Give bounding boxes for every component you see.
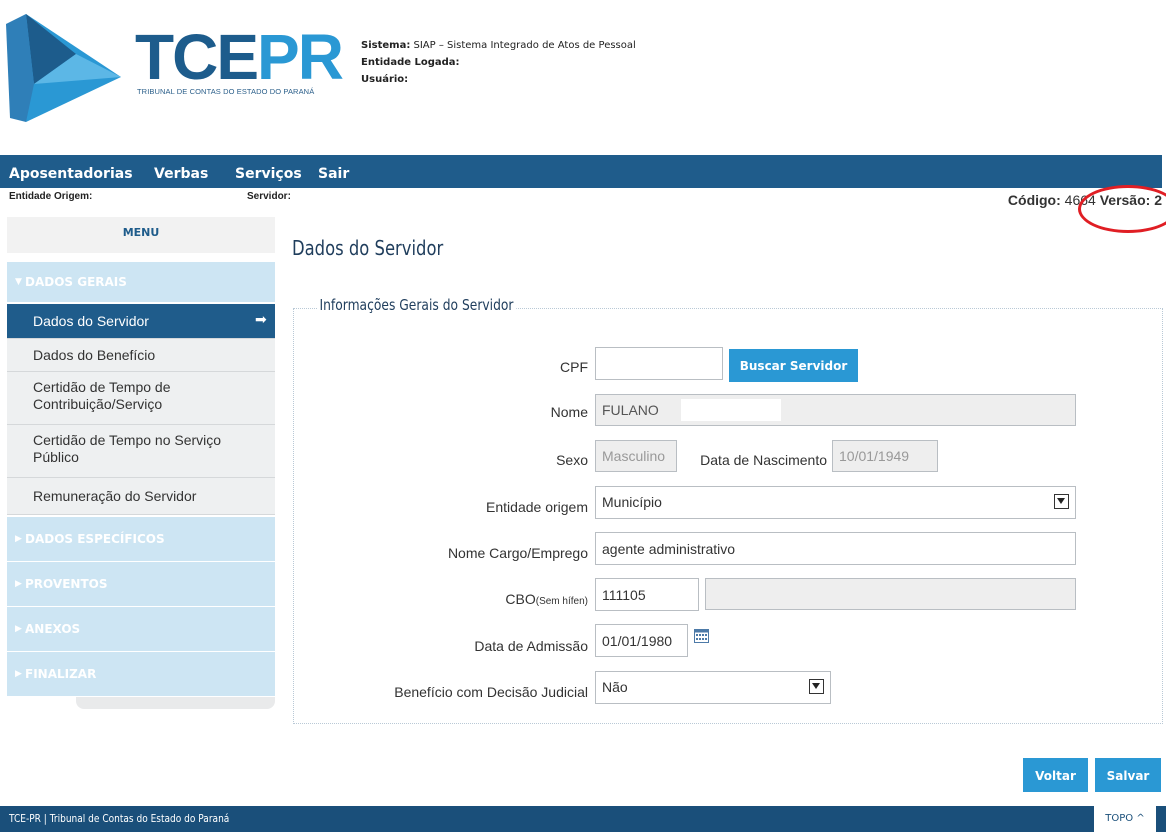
cbo-description-field	[705, 578, 1076, 610]
section-label: FINALIZAR	[25, 667, 97, 681]
sidebar-footer	[76, 697, 275, 709]
fieldset-legend: Informações Gerais do Servidor	[317, 296, 516, 314]
cbo-label: CBO(Sem hífen)	[440, 591, 588, 607]
section-proventos[interactable]: ▶ PROVENTOS	[7, 562, 275, 607]
buscar-servidor-button[interactable]: Buscar Servidor	[729, 349, 858, 382]
triangle-right-icon: ▶	[15, 579, 22, 589]
entidade-logada-label: Entidade Logada:	[361, 57, 460, 68]
voltar-button[interactable]: Voltar	[1023, 758, 1088, 792]
cbo-input[interactable]	[595, 578, 699, 611]
usuario-line: Usuário:	[361, 74, 408, 85]
data-admissao-label: Data de Admissão	[474, 638, 588, 654]
sidebar-item-label: Remuneração do Servidor	[33, 488, 197, 504]
section-dados-gerais[interactable]: ▼ DADOS GERAIS	[7, 262, 275, 303]
sidebar-item-label: Dados do Benefício	[33, 347, 156, 363]
data-nascimento-field: 10/01/1949	[832, 440, 938, 472]
entidade-origem-value: Município	[602, 494, 662, 510]
logo-pr: PR	[257, 21, 344, 93]
entidade-logada-line: Entidade Logada:	[361, 57, 460, 68]
cpf-input[interactable]	[595, 347, 723, 380]
cpf-label: CPF	[560, 359, 588, 375]
nome-cargo-label: Nome Cargo/Emprego	[447, 545, 588, 561]
usuario-label: Usuário:	[361, 74, 409, 85]
triangle-right-icon: ▶	[15, 534, 22, 544]
section-label: ANEXOS	[25, 622, 81, 636]
section-finalizar[interactable]: ▶ FINALIZAR	[7, 652, 275, 697]
triangle-right-icon: ▶	[15, 624, 22, 634]
decisao-judicial-select[interactable]: Não	[595, 671, 831, 704]
nav-servicos[interactable]: Serviços	[235, 166, 302, 182]
section-label: PROVENTOS	[25, 577, 108, 591]
nav-sair[interactable]: Sair	[318, 166, 349, 182]
main-nav-bar: Aposentadorias Verbas Serviços Sair	[0, 155, 1162, 188]
servidor-label: Servidor:	[247, 191, 291, 202]
page-title: Dados do Servidor	[292, 236, 444, 260]
sidebar-item-label: Dados do Servidor	[33, 313, 149, 329]
logo-tce: TCE	[135, 21, 259, 93]
entidade-origem-select[interactable]: Município	[595, 486, 1076, 519]
sidebar-item-label-line1: Certidão de Tempo de	[33, 379, 171, 395]
topo-button[interactable]: TOPO ^	[1094, 806, 1156, 832]
logo-subtitle: TRIBUNAL DE CONTAS DO ESTADO DO PARANÁ	[137, 87, 315, 96]
nome-cargo-input[interactable]	[595, 532, 1076, 565]
sexo-label: Sexo	[556, 452, 588, 468]
data-nascimento-label: Data de Nascimento	[700, 452, 827, 468]
data-admissao-input[interactable]	[595, 624, 688, 657]
chevron-down-icon	[1054, 494, 1069, 509]
section-label: DADOS GERAIS	[25, 275, 127, 289]
decisao-judicial-value: Não	[602, 679, 628, 695]
sistema-line: Sistema: SIAP – Sistema Integrado de Ato…	[361, 40, 636, 51]
triangle-down-icon: ▼	[15, 277, 22, 287]
menu-title: MENU	[7, 217, 275, 253]
redaction-box	[681, 399, 781, 421]
sexo-field: Masculino	[595, 440, 677, 472]
section-dados-especificos[interactable]: ▶ DADOS ESPECÍFICOS	[7, 517, 275, 562]
cbo-hint: (Sem hífen)	[535, 596, 588, 607]
logo-text: TCEPR	[135, 25, 344, 89]
nav-aposentadorias[interactable]: Aposentadorias	[9, 166, 133, 182]
calendar-icon[interactable]	[694, 629, 709, 643]
sidebar-item-label-line2: Contribuição/Serviço	[33, 396, 163, 412]
sidebar-item-dados-beneficio[interactable]: Dados do Benefício	[7, 339, 275, 372]
section-label: DADOS ESPECÍFICOS	[25, 532, 165, 546]
decisao-judicial-label: Benefício com Decisão Judicial	[394, 684, 588, 700]
nav-verbas[interactable]: Verbas	[154, 166, 208, 182]
sidebar-item-label-line1: Certidão de Tempo no Serviço	[33, 432, 222, 448]
nome-field: FULANO	[595, 394, 1076, 426]
entidade-origem-field-label: Entidade origem	[486, 499, 588, 515]
nome-label: Nome	[550, 404, 588, 420]
nome-value: FULANO	[602, 402, 659, 418]
triangle-right-icon: ▶	[15, 669, 22, 679]
footer-text: TCE-PR | Tribunal de Contas do Estado do…	[9, 812, 230, 825]
section-anexos[interactable]: ▶ ANEXOS	[7, 607, 275, 652]
salvar-button[interactable]: Salvar	[1095, 758, 1161, 792]
sidebar-item-dados-servidor[interactable]: Dados do Servidor ➡	[7, 304, 275, 339]
tce-logo-mark	[6, 14, 121, 122]
codigo-label: Código:	[1007, 192, 1061, 208]
cbo-label-text: CBO	[505, 591, 536, 607]
sidebar-item-label-line2: Público	[33, 449, 79, 465]
sidebar-item-certidao-servico-publico[interactable]: Certidão de Tempo no Serviço Público	[7, 425, 275, 478]
sidebar-item-remuneracao[interactable]: Remuneração do Servidor	[7, 478, 275, 515]
arrow-right-icon: ➡	[255, 311, 267, 327]
entidade-origem-label: Entidade Origem:	[9, 191, 93, 202]
sistema-value: SIAP – Sistema Integrado de Atos de Pess…	[410, 40, 636, 51]
sistema-label: Sistema:	[361, 40, 411, 51]
chevron-down-icon	[809, 679, 824, 694]
highlight-circle	[1078, 185, 1166, 233]
sidebar-item-certidao-contribuicao[interactable]: Certidão de Tempo de Contribuição/Serviç…	[7, 372, 275, 425]
